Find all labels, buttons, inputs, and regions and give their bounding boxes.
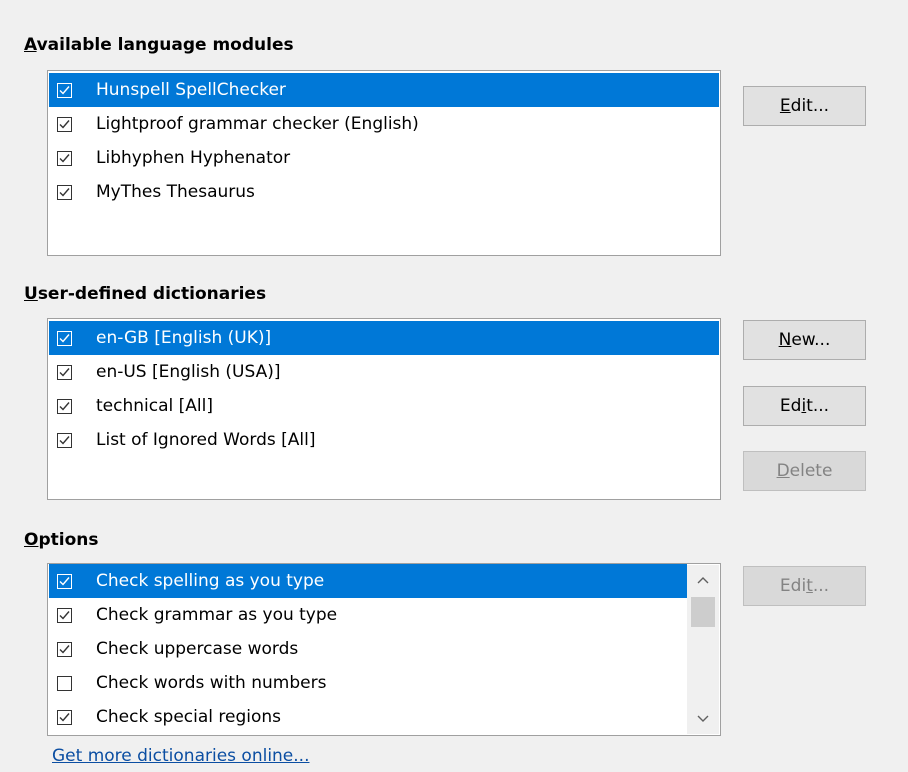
list-item[interactable]: Check uppercase words [49, 632, 687, 666]
available-language-modules-label: Available language modules [24, 35, 294, 55]
list-item[interactable]: Lightproof grammar checker (English) [49, 107, 719, 141]
check-icon [59, 153, 70, 163]
button-text: elete [789, 461, 833, 481]
item-label: List of Ignored Words [All] [96, 430, 316, 450]
item-label: technical [All] [96, 396, 213, 416]
check-icon [59, 576, 70, 586]
item-label: Check special regions [96, 707, 282, 727]
item-label: Check spelling as you type [96, 571, 325, 591]
check-icon [59, 401, 70, 411]
get-more-dictionaries-link[interactable]: Get more dictionaries online... [52, 746, 309, 766]
checkbox[interactable] [57, 432, 72, 448]
label-mnemonic: O [24, 530, 39, 550]
options-label: Options [24, 530, 98, 550]
checkbox[interactable] [57, 82, 72, 98]
label-mnemonic: U [24, 284, 38, 304]
checkbox[interactable] [57, 398, 72, 414]
label-text: vailable language modules [36, 35, 294, 55]
list-item[interactable]: en-US [English (USA)] [49, 355, 719, 389]
checkbox[interactable] [57, 150, 72, 166]
item-label: en-GB [English (UK)] [96, 328, 272, 348]
list-item[interactable]: technical [All] [49, 389, 719, 423]
scrollbar-thumb[interactable] [691, 597, 715, 627]
checkbox[interactable] [57, 675, 72, 691]
label-mnemonic: A [24, 35, 37, 55]
button-text: ... [812, 576, 830, 596]
options-edit-button[interactable]: Edi t... [743, 566, 866, 606]
button-text: Ed [779, 396, 802, 416]
list-item[interactable]: Check special regions [49, 700, 687, 734]
check-icon [59, 333, 70, 343]
dictionaries-delete-button[interactable]: Delete [743, 451, 866, 491]
options-list[interactable]: Check spelling as you type Check grammar… [47, 563, 721, 736]
item-label: en-US [English (USA)] [96, 362, 281, 382]
label-text: ser-defined dictionaries [37, 284, 267, 304]
dictionaries-list[interactable]: en-GB [English (UK)] en-US [English (USA… [47, 318, 721, 500]
item-label: MyThes Thesaurus [96, 182, 255, 202]
check-icon [59, 712, 70, 722]
language-modules-list[interactable]: Hunspell SpellChecker Lightproof grammar… [47, 70, 721, 256]
list-item[interactable]: MyThes Thesaurus [49, 175, 719, 209]
list-item[interactable]: Libhyphen Hyphenator [49, 141, 719, 175]
list-item[interactable]: en-GB [English (UK)] [49, 321, 719, 355]
list-item[interactable]: Check spelling as you type [49, 564, 687, 598]
item-label: Hunspell SpellChecker [96, 80, 286, 100]
user-defined-dictionaries-label: User-defined dictionaries [24, 284, 266, 304]
button-text: t... [806, 396, 830, 416]
checkbox[interactable] [57, 364, 72, 380]
item-label: Check uppercase words [96, 639, 299, 659]
options-scrollbar[interactable] [687, 565, 719, 734]
button-text: ew... [791, 330, 831, 350]
check-icon [59, 435, 70, 445]
list-item[interactable]: Check words with numbers [49, 666, 687, 700]
list-item[interactable]: Check grammar as you type [49, 598, 687, 632]
list-item[interactable]: Hunspell SpellChecker [49, 73, 719, 107]
button-mnemonic: t [806, 576, 813, 596]
item-label: Lightproof grammar checker (English) [96, 114, 419, 134]
modules-edit-button[interactable]: Edit... [743, 86, 866, 126]
checkbox[interactable] [57, 330, 72, 346]
checkbox[interactable] [57, 573, 72, 589]
dictionaries-new-button[interactable]: New... [743, 320, 866, 360]
button-mnemonic: N [778, 330, 792, 350]
checkbox[interactable] [57, 184, 72, 200]
item-label: Libhyphen Hyphenator [96, 148, 291, 168]
checkbox[interactable] [57, 116, 72, 132]
scroll-up-icon[interactable] [687, 565, 719, 595]
list-item[interactable]: List of Ignored Words [All] [49, 423, 719, 457]
button-text: dit... [790, 96, 830, 116]
check-icon [59, 367, 70, 377]
check-icon [59, 644, 70, 654]
button-mnemonic: D [776, 461, 790, 481]
scroll-down-icon[interactable] [687, 704, 719, 734]
check-icon [59, 187, 70, 197]
dictionaries-edit-button[interactable]: Ed i t... [743, 386, 866, 426]
button-mnemonic: E [779, 96, 791, 116]
check-icon [59, 610, 70, 620]
button-text: Edi [779, 576, 807, 596]
check-icon [59, 119, 70, 129]
item-label: Check words with numbers [96, 673, 327, 693]
check-icon [59, 85, 70, 95]
checkbox[interactable] [57, 709, 72, 725]
item-label: Check grammar as you type [96, 605, 338, 625]
checkbox[interactable] [57, 607, 72, 623]
label-text: ptions [38, 530, 99, 550]
checkbox[interactable] [57, 641, 72, 657]
